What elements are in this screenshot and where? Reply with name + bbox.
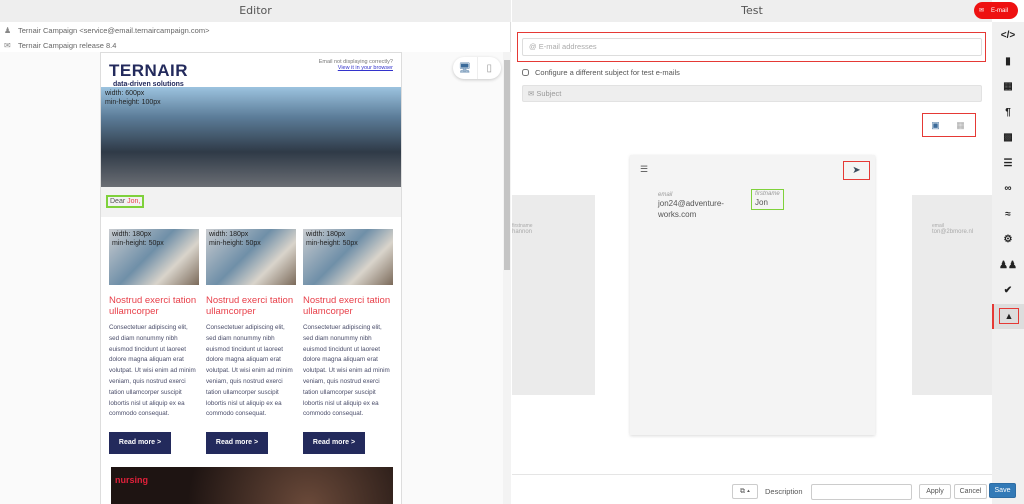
description-input[interactable] xyxy=(811,484,912,500)
table-view-icon[interactable]: ▦ xyxy=(948,115,973,135)
user-icon: ♟ xyxy=(4,26,12,35)
envelope-icon: ✉ xyxy=(979,8,985,14)
view-toggle: ▣ ▦ xyxy=(923,115,973,135)
rss-icon[interactable]: ≈ xyxy=(992,202,1024,228)
logo-text: TERNAIR xyxy=(109,61,189,80)
article-body: Consectetuer adipiscing elit, sed diam n… xyxy=(303,324,390,418)
image-min-height: min-height: 50px xyxy=(306,240,358,247)
users-icon[interactable]: ♟♟ xyxy=(992,253,1024,279)
article-title: Nostrud exerci tation ullamcorper xyxy=(109,295,197,317)
not-displaying-notice: Email not displaying correctly? View it i… xyxy=(319,59,393,71)
article-title: Nostrud exerci tation ullamcorper xyxy=(303,295,391,317)
firstname-field: firstname Jon xyxy=(751,189,784,210)
database-icon: ☰ xyxy=(640,164,649,174)
image-file-icon[interactable]: ▩ xyxy=(992,125,1024,151)
article-body: Consectetuer adipiscing elit, sed diam n… xyxy=(206,324,293,418)
greeting-highlight[interactable]: Dear Jon, xyxy=(106,195,145,208)
editor-scrollbar[interactable] xyxy=(503,52,511,504)
article-column: width: 180px min-height: 50px Nostrud exe… xyxy=(206,229,296,455)
field-value: Jon xyxy=(755,198,768,207)
paragraph-icon[interactable]: ¶ xyxy=(992,100,1024,126)
article-image[interactable]: width: 180px min-height: 50px xyxy=(303,229,393,285)
image-width: width: 180px xyxy=(306,231,346,238)
sender-row: ♟ Ternair Campaign <service@email.ternair… xyxy=(4,26,209,35)
check-icon[interactable]: ✔ xyxy=(992,278,1024,304)
grid-icon[interactable]: ▦ xyxy=(992,74,1024,100)
banner-image[interactable]: nursing xyxy=(111,467,393,504)
article-title: Nostrud exerci tation ullamcorper xyxy=(206,295,294,317)
footer-bar: ⧉ ▴ Description Apply Cancel xyxy=(512,474,992,504)
paper-plane-icon: ➤ xyxy=(852,165,861,176)
send-test-button[interactable]: ➤ xyxy=(843,161,870,180)
database-icon[interactable]: ☰ xyxy=(992,151,1024,177)
desktop-icon[interactable]: 🖥 xyxy=(453,57,477,79)
configure-subject-checkbox[interactable]: Configure a different subject for test e… xyxy=(522,68,680,77)
card-value: ton@2bmore.nl xyxy=(932,229,974,235)
gear-icon[interactable]: ⚙ xyxy=(992,227,1024,253)
card-view-icon[interactable]: ▣ xyxy=(923,115,948,135)
hero-min-height: min-height: 100px xyxy=(105,99,161,106)
test-panel: Test @ E-mail addresses Configure a diff… xyxy=(512,0,992,504)
subject-text: Ternair Campaign release 8.4 xyxy=(18,41,117,50)
image-min-height: min-height: 50px xyxy=(209,240,261,247)
field-value: jon24@adventure-works.com xyxy=(658,199,724,219)
next-recipient-card[interactable]: email ton@2bmore.nl xyxy=(912,195,992,395)
banner-logo-text: nursing xyxy=(115,475,148,485)
copy-dropdown-button[interactable]: ⧉ ▴ xyxy=(732,484,758,499)
device-toggle: 🖥 ▯ xyxy=(453,57,501,79)
code-icon[interactable]: </> xyxy=(992,23,1024,49)
subject-row: ✉ Ternair Campaign release 8.4 xyxy=(4,41,116,50)
at-icon: @ xyxy=(529,42,539,51)
editor-title: Editor xyxy=(0,0,511,22)
ternair-logo: TERNAIR data-driven solutions xyxy=(109,61,188,88)
recipient-card: ☰ ➤ email jon24@adventure-works.com first… xyxy=(630,155,875,435)
test-title: Test xyxy=(512,0,992,22)
image-min-height: min-height: 50px xyxy=(112,240,164,247)
right-toolbar: </> ▮ ▦ ¶ ▩ ☰ ∞ ≈ ⚙ ♟♟ ✔ ▲ xyxy=(992,22,1024,504)
article-column: width: 180px min-height: 50px Nostrud exe… xyxy=(303,229,393,455)
apply-button[interactable]: Apply xyxy=(919,484,951,499)
email-canvas: TERNAIR data-driven solutions Email not d… xyxy=(0,52,503,504)
greeting-prefix: Dear xyxy=(110,198,128,205)
hero-width: width: 600px xyxy=(105,90,145,97)
subject-placeholder: Subject xyxy=(536,89,562,98)
configure-checkbox[interactable] xyxy=(522,69,529,76)
save-button[interactable]: Save xyxy=(989,483,1016,498)
document-icon[interactable]: ▮ xyxy=(992,49,1024,75)
article-column: width: 180px min-height: 50px Nostrud exe… xyxy=(109,229,199,455)
sender-text: Ternair Campaign <service@email.ternairc… xyxy=(18,26,210,35)
mobile-icon[interactable]: ▯ xyxy=(476,57,502,79)
email-addresses-input[interactable]: @ E-mail addresses xyxy=(522,38,982,56)
read-more-button[interactable]: Read more > xyxy=(206,432,268,455)
link-icon[interactable]: ∞ xyxy=(992,176,1024,202)
cancel-button[interactable]: Cancel xyxy=(954,484,987,499)
subject-input[interactable]: ✉ Subject xyxy=(522,85,982,102)
article-image[interactable]: width: 180px min-height: 50px xyxy=(206,229,296,285)
image-width: width: 180px xyxy=(112,231,152,238)
article-image[interactable]: width: 180px min-height: 50px xyxy=(109,229,199,285)
email-preview: TERNAIR data-driven solutions Email not d… xyxy=(100,52,402,504)
article-body: Consectetuer adipiscing elit, sed diam n… xyxy=(109,324,196,418)
description-label: Description xyxy=(765,487,803,496)
greeting-name: Jon, xyxy=(127,198,141,205)
read-more-button[interactable]: Read more > xyxy=(303,432,365,455)
flask-icon: ▲ xyxy=(998,308,1020,325)
previous-recipient-card[interactable]: firstname hannon xyxy=(512,195,595,395)
hero-image[interactable]: width: 600px min-height: 100px xyxy=(101,87,401,187)
email-placeholder: E-mail addresses xyxy=(538,42,597,51)
card-value: hannon xyxy=(512,229,533,235)
configure-label: Configure a different subject for test e… xyxy=(535,68,680,77)
editor-panel: Editor ♟ Ternair Campaign <service@email.… xyxy=(0,0,511,504)
scrollbar-thumb[interactable] xyxy=(504,60,510,270)
envelope-icon: ✉ xyxy=(4,41,11,50)
email-field: email jon24@adventure-works.com xyxy=(658,192,738,220)
view-in-browser-link[interactable]: View it in your browser xyxy=(319,65,393,71)
test-flask-icon[interactable]: ▲ xyxy=(992,303,1024,329)
badge-label: E-mail xyxy=(991,7,1009,14)
greeting-block[interactable]: Dear Jon, xyxy=(101,187,401,217)
read-more-button[interactable]: Read more > xyxy=(109,432,171,455)
image-width: width: 180px xyxy=(209,231,249,238)
email-badge[interactable]: ✉ E-mail xyxy=(974,2,1018,19)
